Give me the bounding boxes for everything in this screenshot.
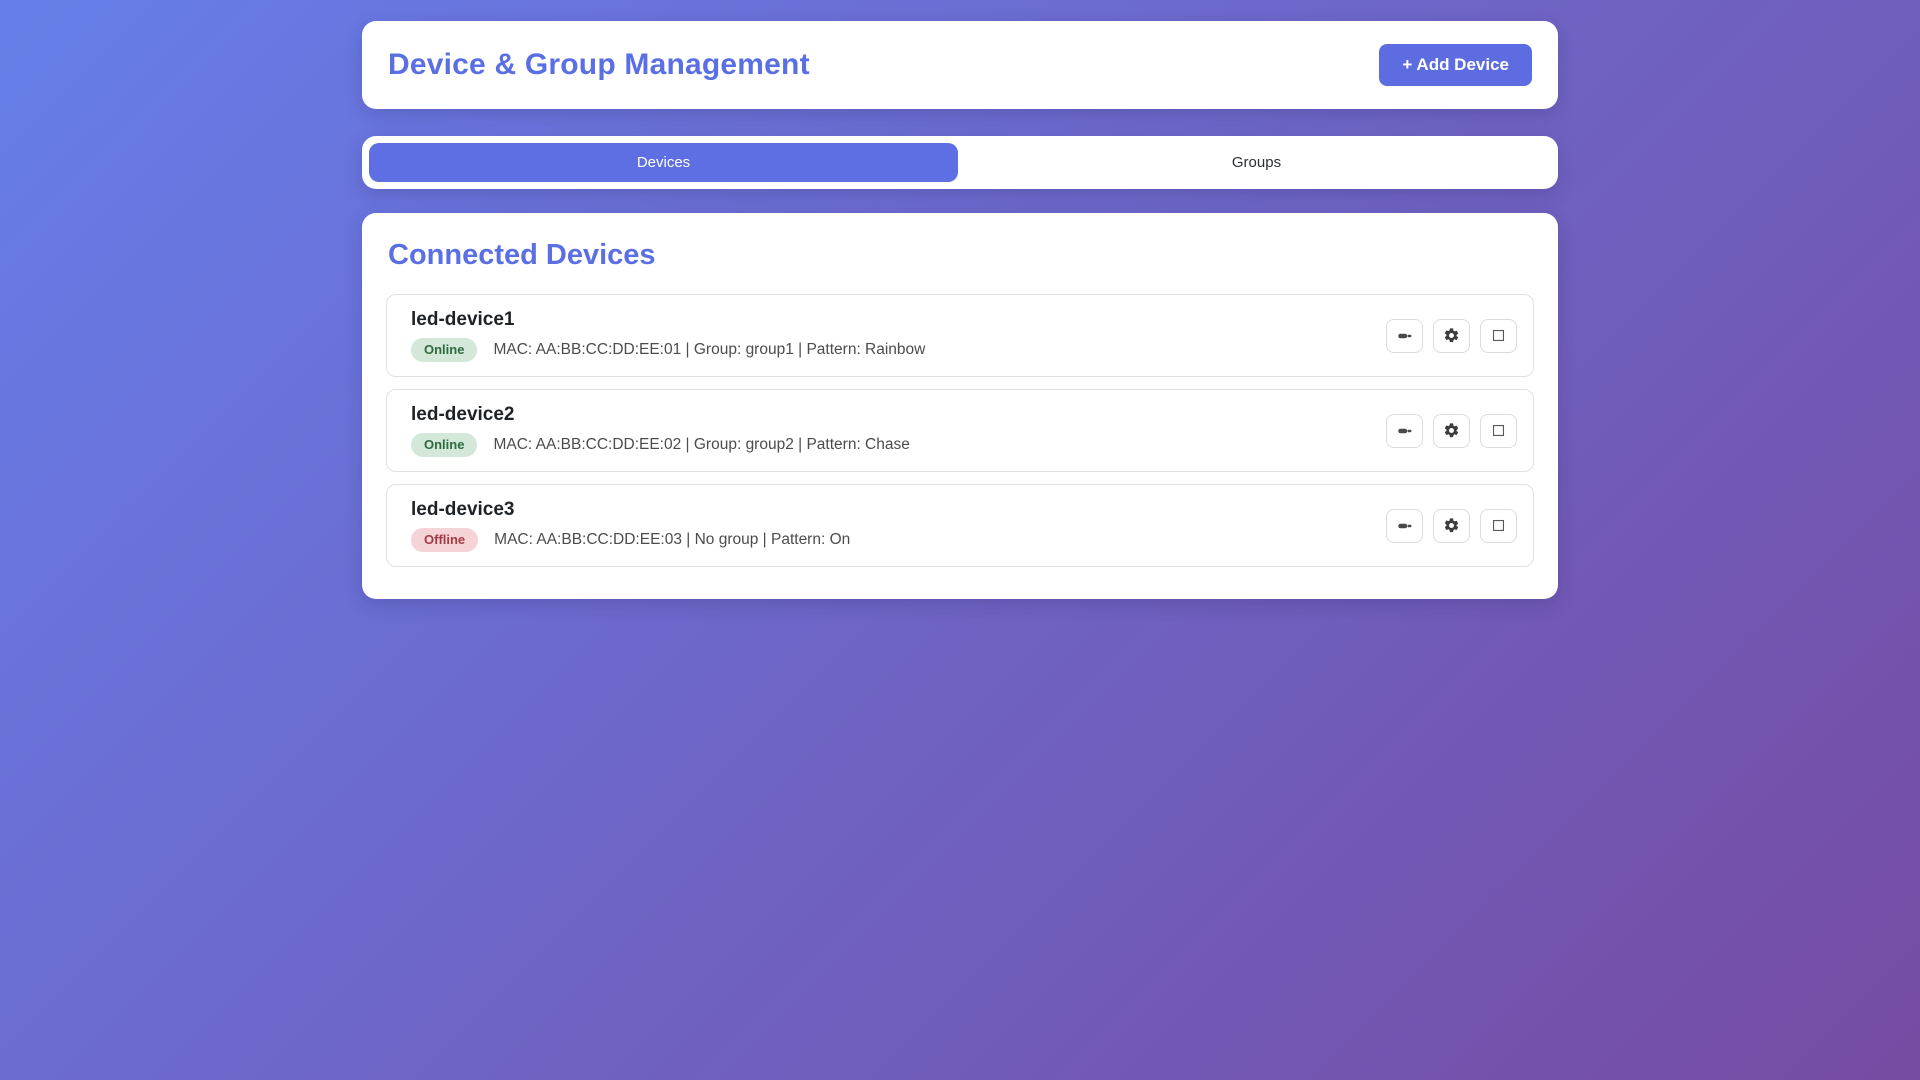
page-background: Device & Group Management + Add Device D…: [362, 0, 1558, 599]
stop-button[interactable]: [1480, 509, 1517, 543]
tab-bar: Devices Groups: [362, 136, 1558, 189]
flashlight-button[interactable]: [1386, 319, 1423, 353]
flashlight-button[interactable]: [1386, 509, 1423, 543]
device-meta-row: Offline MAC: AA:BB:CC:DD:EE:03 | No grou…: [411, 528, 850, 552]
page-title: Device & Group Management: [388, 48, 810, 82]
flashlight-icon: [1396, 422, 1414, 440]
device-info: led-device3 Offline MAC: AA:BB:CC:DD:EE:…: [411, 499, 850, 552]
settings-button[interactable]: [1433, 414, 1470, 448]
status-badge: Offline: [411, 528, 478, 552]
device-meta: MAC: AA:BB:CC:DD:EE:03 | No group | Patt…: [494, 531, 850, 549]
device-name: led-device1: [411, 309, 925, 331]
flashlight-icon: [1396, 517, 1414, 535]
tab-devices[interactable]: Devices: [369, 143, 958, 182]
stop-button[interactable]: [1480, 319, 1517, 353]
settings-button[interactable]: [1433, 319, 1470, 353]
device-meta-row: Online MAC: AA:BB:CC:DD:EE:02 | Group: g…: [411, 433, 910, 457]
tab-groups[interactable]: Groups: [962, 143, 1551, 182]
stop-button[interactable]: [1480, 414, 1517, 448]
status-badge: Online: [411, 338, 477, 362]
device-name: led-device3: [411, 499, 850, 521]
device-info: led-device2 Online MAC: AA:BB:CC:DD:EE:0…: [411, 404, 910, 457]
device-actions: [1386, 509, 1517, 543]
device-list: led-device1 Online MAC: AA:BB:CC:DD:EE:0…: [386, 294, 1534, 567]
device-meta: MAC: AA:BB:CC:DD:EE:01 | Group: group1 |…: [493, 341, 925, 359]
device-meta-row: Online MAC: AA:BB:CC:DD:EE:01 | Group: g…: [411, 338, 925, 362]
device-meta: MAC: AA:BB:CC:DD:EE:02 | Group: group2 |…: [493, 436, 909, 454]
stop-square-icon: [1490, 327, 1507, 344]
device-actions: [1386, 319, 1517, 353]
settings-button[interactable]: [1433, 509, 1470, 543]
device-info: led-device1 Online MAC: AA:BB:CC:DD:EE:0…: [411, 309, 925, 362]
flashlight-button[interactable]: [1386, 414, 1423, 448]
header-card: Device & Group Management + Add Device: [362, 21, 1558, 109]
flashlight-icon: [1396, 327, 1414, 345]
section-heading: Connected Devices: [386, 239, 1534, 272]
device-row: led-device3 Offline MAC: AA:BB:CC:DD:EE:…: [386, 484, 1534, 567]
device-row: led-device1 Online MAC: AA:BB:CC:DD:EE:0…: [386, 294, 1534, 377]
connected-devices-card: Connected Devices led-device1 Online MAC…: [362, 213, 1558, 599]
gear-icon: [1443, 422, 1460, 439]
gear-icon: [1443, 327, 1460, 344]
stop-square-icon: [1490, 517, 1507, 534]
add-device-button[interactable]: + Add Device: [1379, 44, 1532, 86]
stop-square-icon: [1490, 422, 1507, 439]
device-actions: [1386, 414, 1517, 448]
device-name: led-device2: [411, 404, 910, 426]
device-row: led-device2 Online MAC: AA:BB:CC:DD:EE:0…: [386, 389, 1534, 472]
status-badge: Online: [411, 433, 477, 457]
gear-icon: [1443, 517, 1460, 534]
